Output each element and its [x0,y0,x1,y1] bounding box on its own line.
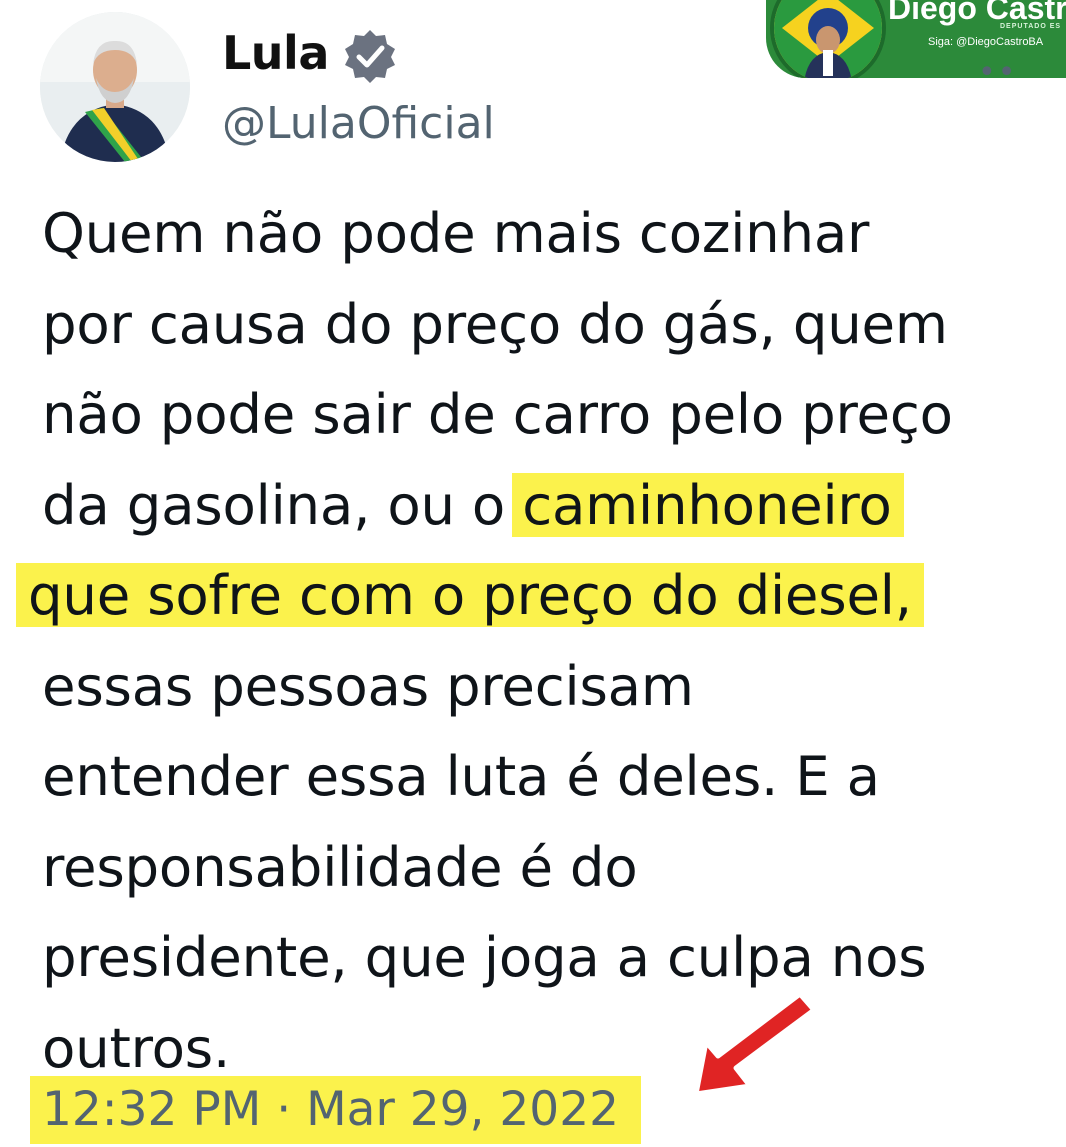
author-avatar[interactable] [40,12,190,162]
tweet-line: Quem não pode mais cozinhar [42,201,870,265]
red-arrow-icon [693,991,817,1097]
watermark-photo [770,0,886,78]
more-options-icon[interactable]: •• [978,58,1017,88]
verified-badge-icon [345,30,395,83]
watermark-banner: Diego Castro DEPUTADO ES Siga: @DiegoCas… [766,0,1066,78]
tweet-line: essas pessoas precisam [42,653,694,718]
tweet-line: não pode sair de carro pelo preço [42,382,953,446]
tweet-line: entender essa luta é deles. E a [42,744,880,808]
watermark-subtitle: DEPUTADO ES [1000,23,1062,30]
tweet-text: Quem não pode mais cozinhar por causa do… [16,188,1052,1093]
tweet-line-start: da gasolina, ou o [42,472,523,537]
author-name[interactable]: Lula [222,26,329,80]
tweet-line: que sofre com o preço do diesel, [16,550,1052,641]
highlighted-text: que sofre com o preço do diesel, [16,563,924,627]
watermark-follow: Siga: @DiegoCastroBA [928,36,1044,48]
tweet-timestamp[interactable]: 12:32 PM · Mar 29, 2022 [30,1076,642,1144]
tweet-line: da gasolina, ou o caminhoneiro [42,460,1052,551]
author-handle[interactable]: @LulaOficial [222,98,495,149]
tweet-line: responsabilidade é do [42,834,638,899]
tweet-line: presidente, que joga a culpa nos [42,925,927,989]
tweet-line: por causa do preço do gás, quem [42,291,948,356]
highlighted-text: caminhoneiro [512,472,904,537]
avatar-image [40,12,190,162]
watermark-portrait-image [774,0,882,78]
